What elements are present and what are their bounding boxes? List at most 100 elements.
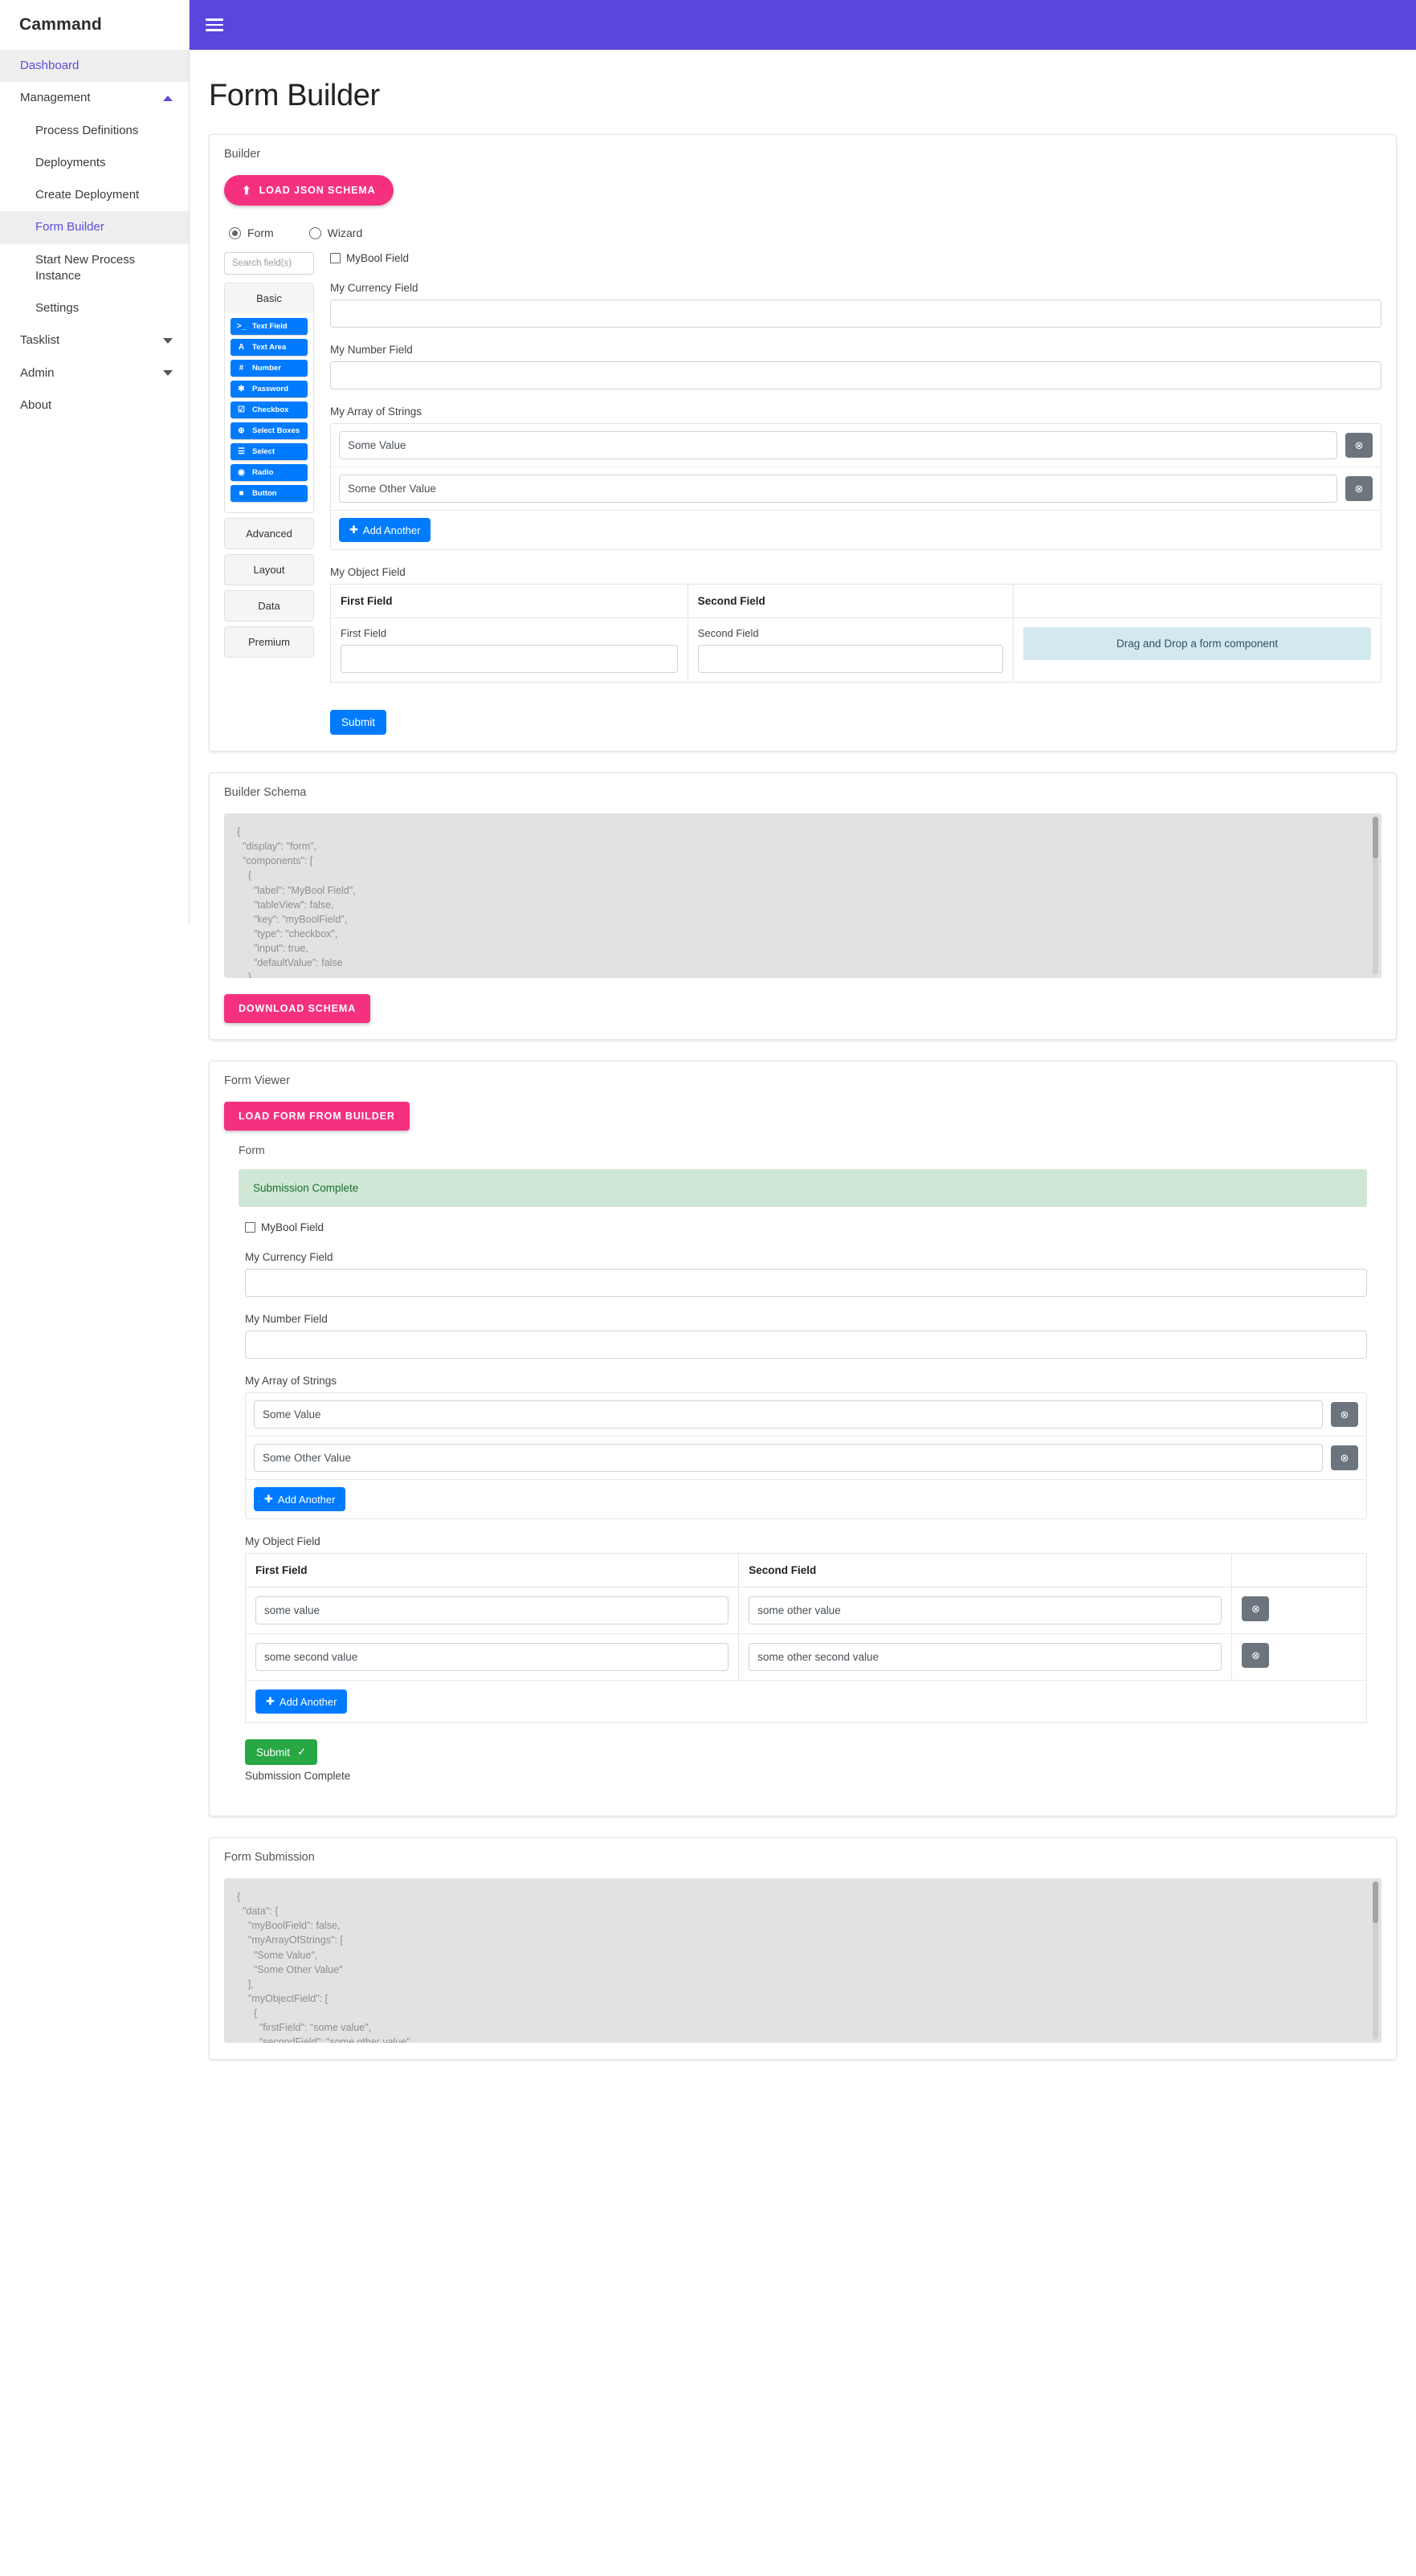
palette-component-number[interactable]: # Number bbox=[231, 360, 308, 377]
viewer-object-first-input[interactable] bbox=[255, 1643, 729, 1671]
sidebar-item-process-definitions[interactable]: Process Definitions bbox=[0, 115, 189, 147]
code-scrollbar-thumb[interactable] bbox=[1373, 1881, 1378, 1923]
viewer-array-input[interactable] bbox=[254, 1444, 1323, 1472]
builder-array-input[interactable] bbox=[339, 475, 1337, 503]
viewer-currency-input[interactable] bbox=[245, 1269, 1367, 1297]
builder-object-first-input[interactable] bbox=[341, 645, 678, 673]
code-scrollbar[interactable] bbox=[1373, 1881, 1378, 2040]
viewer-object-second-input[interactable] bbox=[749, 1643, 1222, 1671]
download-schema-button[interactable]: DOWNLOAD SCHEMA bbox=[224, 994, 371, 1023]
builder-array-input[interactable] bbox=[339, 431, 1337, 459]
radio-icon: ◉ bbox=[238, 468, 245, 477]
palette-component-radio[interactable]: ◉ Radio bbox=[231, 464, 308, 481]
sidebar-item-deployments[interactable]: Deployments bbox=[0, 147, 189, 179]
sidebar-item-tasklist[interactable]: Tasklist bbox=[0, 324, 189, 357]
drag-drop-zone[interactable]: Drag and Drop a form component bbox=[1023, 627, 1371, 660]
load-form-from-builder-button[interactable]: LOAD FORM FROM BUILDER bbox=[224, 1102, 410, 1131]
table-header-row: First Field Second Field bbox=[330, 584, 1381, 618]
viewer-object-table: First Field Second Field some value some… bbox=[245, 1553, 1367, 1723]
palette-component-text-field[interactable]: >_ Text Field bbox=[231, 318, 308, 335]
remove-row-button[interactable]: ⊗ bbox=[1242, 1643, 1270, 1668]
remove-row-button[interactable]: ⊗ bbox=[1331, 1402, 1358, 1427]
sidebar-nav: Dashboard Management Process Definitions… bbox=[0, 50, 189, 422]
checkbox-icon[interactable] bbox=[330, 253, 341, 263]
add-another-label: Add Another bbox=[362, 524, 421, 536]
builder-submit-button[interactable]: Submit bbox=[330, 710, 387, 735]
builder-number-input[interactable] bbox=[330, 361, 1381, 389]
table-row: First Field Second Field Drag and Drop a… bbox=[330, 618, 1381, 683]
radio-option-form[interactable]: Form bbox=[229, 226, 274, 239]
palette-component-label: Number bbox=[252, 364, 281, 373]
builder-currency-input[interactable] bbox=[330, 300, 1381, 328]
viewer-object-first-input[interactable] bbox=[255, 1596, 729, 1624]
viewer-field-mybool[interactable]: MyBool Field bbox=[245, 1221, 1367, 1233]
remove-row-button[interactable]: ⊗ bbox=[1345, 433, 1373, 458]
builder-object-second-input[interactable] bbox=[697, 645, 1004, 673]
select-icon: ☰ bbox=[238, 447, 245, 456]
add-another-button[interactable]: ✚ Add Another bbox=[255, 1689, 348, 1714]
topbar bbox=[190, 0, 1416, 50]
builder-mybool-label: MyBool Field bbox=[346, 252, 410, 264]
component-palette: Basic >_ Text Field A Text Area bbox=[224, 252, 314, 662]
viewer-number-input[interactable] bbox=[245, 1331, 1367, 1359]
palette-group-header-advanced[interactable]: Advanced bbox=[225, 519, 313, 548]
remove-row-button[interactable]: ⊗ bbox=[1242, 1596, 1270, 1621]
form-submission-code-pane[interactable]: { "data": { "myBoolField": false, "myArr… bbox=[224, 1878, 1381, 2043]
chevron-up-icon bbox=[163, 95, 173, 101]
builder-field-array: My Array of Strings ⊗ bbox=[330, 406, 1381, 550]
builder-field-mybool[interactable]: MyBool Field bbox=[330, 252, 1381, 264]
builder-schema-code-pane[interactable]: { "display": "form", "components": [ { "… bbox=[224, 813, 1381, 978]
sidebar-item-label: Admin bbox=[20, 365, 55, 380]
sidebar-item-label: About bbox=[20, 397, 52, 412]
hamburger-icon[interactable] bbox=[206, 15, 223, 35]
viewer-object-label: My Object Field bbox=[245, 1535, 320, 1547]
palette-component-select-boxes[interactable]: ⊕ Select Boxes bbox=[231, 422, 308, 439]
palette-group-header-basic[interactable]: Basic bbox=[225, 283, 313, 313]
palette-component-label: Select Boxes bbox=[252, 426, 300, 435]
sidebar-item-about[interactable]: About bbox=[0, 389, 189, 422]
add-another-button[interactable]: ✚ Add Another bbox=[254, 1487, 346, 1511]
viewer-submit-button[interactable]: Submit ✓ bbox=[245, 1739, 318, 1765]
add-another-button[interactable]: ✚ Add Another bbox=[339, 518, 431, 542]
radio-option-wizard[interactable]: Wizard bbox=[308, 226, 362, 239]
cell-first-field-label: First Field bbox=[341, 627, 387, 639]
palette-component-label: Password bbox=[252, 385, 288, 393]
form-submission-label: Form Submission bbox=[224, 1851, 315, 1864]
builder-object-label: My Object Field bbox=[330, 566, 406, 578]
sidebar-item-management[interactable]: Management bbox=[0, 82, 189, 114]
palette-component-text-area[interactable]: A Text Area bbox=[231, 339, 308, 356]
table-row: ⊗ bbox=[245, 1587, 1367, 1634]
sidebar-item-settings[interactable]: Settings bbox=[0, 292, 189, 324]
palette-group-header-premium[interactable]: Premium bbox=[225, 627, 313, 657]
sidebar-item-admin[interactable]: Admin bbox=[0, 357, 189, 389]
viewer-array-label: My Array of Strings bbox=[245, 1375, 337, 1387]
cell-dropzone: Drag and Drop a form component bbox=[1014, 618, 1381, 683]
checkbox-icon[interactable] bbox=[245, 1222, 255, 1233]
search-input[interactable] bbox=[224, 252, 314, 275]
palette-component-checkbox[interactable]: ☑ Checkbox bbox=[231, 401, 308, 418]
sidebar-item-start-new-process-instance[interactable]: Start New Process Instance bbox=[0, 244, 189, 293]
viewer-array-input[interactable] bbox=[254, 1400, 1323, 1429]
code-scrollbar[interactable] bbox=[1373, 817, 1378, 975]
sidebar-item-create-deployment[interactable]: Create Deployment bbox=[0, 179, 189, 211]
code-scrollbar-thumb[interactable] bbox=[1373, 817, 1378, 858]
sidebar: Cammand Dashboard Management Process Def… bbox=[0, 0, 190, 923]
column-header-second-field: Second Field bbox=[688, 584, 1014, 618]
palette-component-select[interactable]: ☰ Select bbox=[231, 443, 308, 460]
palette-component-label: Button bbox=[252, 489, 277, 498]
palette-component-button[interactable]: ■ Button bbox=[231, 485, 308, 502]
sidebar-item-dashboard[interactable]: Dashboard bbox=[0, 50, 189, 83]
palette-component-password[interactable]: ✱ Password bbox=[231, 381, 308, 397]
viewer-object-second-input[interactable] bbox=[749, 1596, 1222, 1624]
palette-group-header-layout[interactable]: Layout bbox=[225, 555, 313, 585]
cell-second-field: Second Field bbox=[688, 618, 1014, 683]
sidebar-item-form-builder[interactable]: Form Builder bbox=[0, 211, 189, 244]
remove-row-button[interactable]: ⊗ bbox=[1331, 1445, 1358, 1470]
load-json-schema-button[interactable]: ⬆ LOAD JSON SCHEMA bbox=[224, 175, 394, 206]
palette-group-header-data[interactable]: Data bbox=[225, 591, 313, 621]
builder-array-label: My Array of Strings bbox=[330, 406, 422, 418]
builder-section-label: Builder bbox=[224, 148, 261, 161]
page-content: Form Builder Builder ⬆ LOAD JSON SCHEMA … bbox=[190, 50, 1416, 2113]
chevron-down-icon bbox=[163, 337, 173, 344]
remove-row-button[interactable]: ⊗ bbox=[1345, 476, 1373, 501]
